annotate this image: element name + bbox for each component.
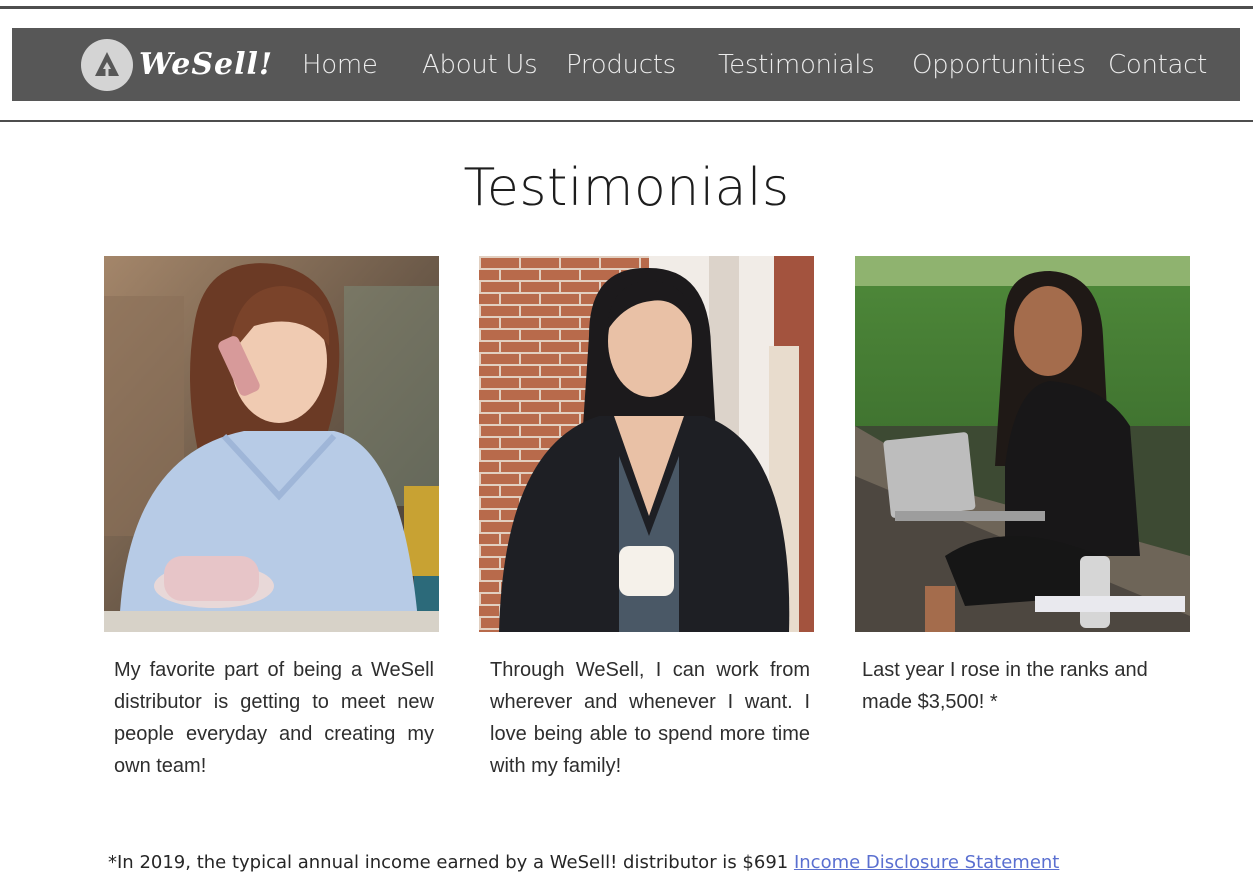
nav-contact[interactable]: Contact [1108,50,1207,80]
footnote-text: *In 2019, the typical annual income earn… [108,852,794,873]
nav-testimonials[interactable]: Testimonials [718,50,875,80]
nav-opportunities[interactable]: Opportunities [912,50,1086,80]
nav-home[interactable]: Home [302,50,378,80]
income-footnote: *In 2019, the typical annual income earn… [108,852,1248,873]
testimonial-quote-1: My favorite part of being a WeSell distr… [114,659,434,777]
main-navbar: WeSell! Home About Us Products Testimoni… [12,28,1240,101]
tree-icon [81,38,133,91]
bottom-divider [0,120,1253,122]
page-title: Testimonials [463,158,790,218]
nav-products[interactable]: Products [566,50,676,80]
brand-logo[interactable]: WeSell! [81,38,274,91]
testimonial-photo-3 [855,256,1190,632]
income-disclosure-link[interactable]: Income Disclosure Statement [794,852,1059,873]
testimonial-photo-1 [104,256,439,632]
top-divider [0,6,1253,9]
testimonial-photo-2 [479,256,814,632]
testimonial-quote-3: Last year I rose in the ranks and made $… [862,659,1148,713]
testimonial-quote-2: Through WeSell, I can work from wherever… [490,659,810,777]
nav-about-us[interactable]: About Us [422,50,538,80]
brand-name: WeSell! [139,47,274,82]
